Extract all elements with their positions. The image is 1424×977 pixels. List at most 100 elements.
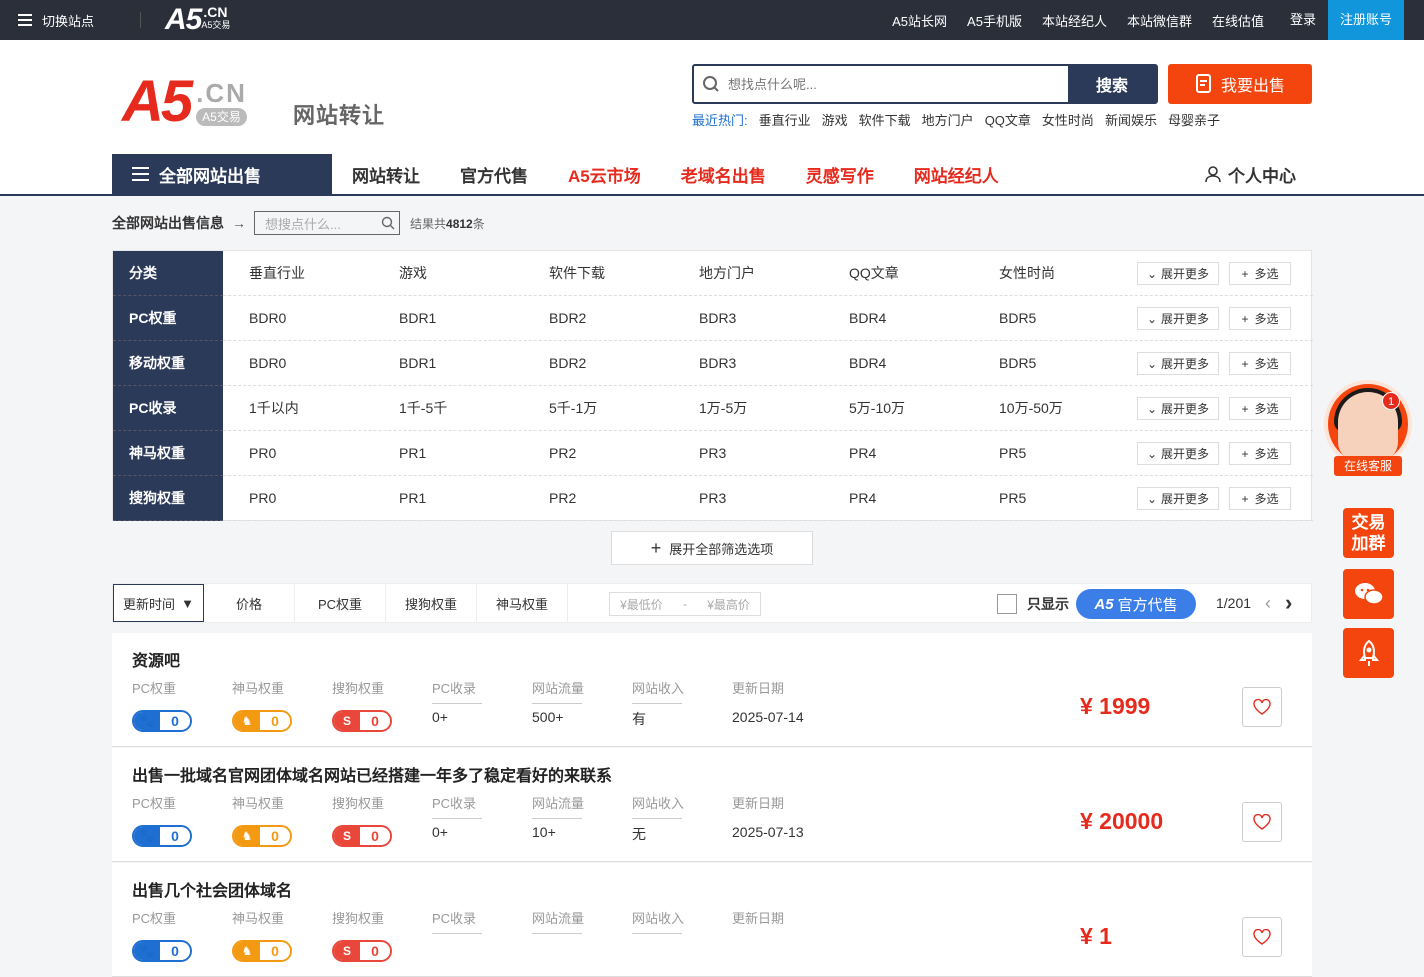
filter-option[interactable]: BDR4 xyxy=(849,296,886,341)
filter-option[interactable]: 软件下载 xyxy=(549,251,605,296)
register-button[interactable]: 注册账号 xyxy=(1328,0,1404,40)
listing-title[interactable]: 资源吧 xyxy=(132,647,180,671)
expand-all-filters-button[interactable]: + 展开全部筛选选项 xyxy=(611,531,813,565)
nav-item-2[interactable]: A5云市场 xyxy=(568,162,641,187)
listing-item[interactable]: 资源吧 PC权重 神马权重 搜狗权重 PC收录 网站流量 网站收入 更新日期 🐾 0 ♞ 0 S 0 0+ 5… xyxy=(112,633,1312,747)
filter-option[interactable]: 5万-10万 xyxy=(849,386,905,431)
hot-item[interactable]: 游戏 xyxy=(822,110,848,129)
login-link[interactable]: 登录 xyxy=(1290,0,1316,40)
filter-option[interactable]: BDR2 xyxy=(549,296,586,341)
hot-item[interactable]: 垂直行业 xyxy=(759,110,811,129)
expand-more-button[interactable]: ⌄ 展开更多 xyxy=(1137,397,1219,420)
top-link-valuation[interactable]: 在线估值 xyxy=(1212,11,1264,30)
hot-item[interactable]: 新闻娱乐 xyxy=(1105,110,1157,129)
nav-all-sites[interactable]: 全部网站出售 xyxy=(112,154,332,194)
wechat-button[interactable] xyxy=(1343,569,1394,619)
filter-option[interactable]: PR3 xyxy=(699,431,726,476)
nav-item-4[interactable]: 灵感写作 xyxy=(806,162,874,187)
price-max-input[interactable]: ¥最高价 xyxy=(707,596,750,613)
multi-select-button[interactable]: + 多选 xyxy=(1229,442,1291,465)
filter-option[interactable]: 5千-1万 xyxy=(549,386,597,431)
top-link-broker[interactable]: 本站经纪人 xyxy=(1042,11,1107,30)
filter-option[interactable]: PR4 xyxy=(849,476,876,521)
listing-title[interactable]: 出售几个社会团体域名 xyxy=(132,877,292,901)
price-min-input[interactable]: ¥最低价 xyxy=(620,596,663,613)
sort-pc-weight[interactable]: PC权重 xyxy=(295,584,386,622)
sort-price[interactable]: 价格 xyxy=(204,584,295,622)
expand-more-button[interactable]: ⌄ 展开更多 xyxy=(1137,262,1219,285)
hot-item[interactable]: 女性时尚 xyxy=(1042,110,1094,129)
online-service-widget[interactable]: 1 在线客服 xyxy=(1318,380,1420,478)
chevron-left-icon[interactable]: ‹ xyxy=(1265,593,1271,614)
filter-option[interactable]: PR0 xyxy=(249,476,276,521)
filter-option[interactable]: 1千以内 xyxy=(249,386,299,431)
filter-option[interactable]: BDR0 xyxy=(249,296,286,341)
filter-option[interactable]: BDR3 xyxy=(699,341,736,386)
filter-option[interactable]: 垂直行业 xyxy=(249,251,305,296)
multi-select-button[interactable]: + 多选 xyxy=(1229,307,1291,330)
filter-option[interactable]: 10万-50万 xyxy=(999,386,1063,431)
filter-option[interactable]: PR3 xyxy=(699,476,726,521)
sort-update-time[interactable]: 更新时间 ▼ xyxy=(113,584,204,622)
top-link-a5-webmaster[interactable]: A5站长网 xyxy=(892,11,947,30)
filter-option[interactable]: PR0 xyxy=(249,431,276,476)
nav-item-0[interactable]: 网站转让 xyxy=(352,162,420,187)
listing-item[interactable]: 出售几个社会团体域名 PC权重 神马权重 搜狗权重 PC收录 网站流量 网站收入 更新日期 🐾 0… xyxy=(112,863,1312,977)
expand-more-button[interactable]: ⌄ 展开更多 xyxy=(1137,487,1219,510)
top-link-wechat-group[interactable]: 本站微信群 xyxy=(1127,11,1192,30)
filter-option[interactable]: BDR1 xyxy=(399,296,436,341)
listing-title[interactable]: 出售一批域名官网团体域名网站已经搭建一年多了稳定看好的来联系 xyxy=(132,762,612,786)
checkbox[interactable] xyxy=(997,594,1017,614)
nav-item-5[interactable]: 网站经纪人 xyxy=(914,162,999,187)
filter-option[interactable]: BDR0 xyxy=(249,341,286,386)
filter-option[interactable]: PR2 xyxy=(549,431,576,476)
filter-option[interactable]: BDR2 xyxy=(549,341,586,386)
search-button[interactable]: 搜索 xyxy=(1068,66,1156,102)
top-logo[interactable]: A5 .CN A5交易 xyxy=(165,4,230,36)
nav-item-3[interactable]: 老域名出售 xyxy=(681,162,766,187)
filter-option[interactable]: PR5 xyxy=(999,431,1026,476)
favorite-button[interactable] xyxy=(1242,802,1282,842)
site-logo[interactable]: A5 .CN A5交易 xyxy=(122,70,247,131)
filter-option[interactable]: 女性时尚 xyxy=(999,251,1055,296)
multi-select-button[interactable]: + 多选 xyxy=(1229,262,1291,285)
join-group-button[interactable]: 交易 加群 xyxy=(1343,508,1394,558)
favorite-button[interactable] xyxy=(1242,687,1282,727)
filter-option[interactable]: BDR5 xyxy=(999,341,1036,386)
filter-option[interactable]: BDR4 xyxy=(849,341,886,386)
filter-option[interactable]: QQ文章 xyxy=(849,251,899,296)
only-show-toggle[interactable]: 只显示 xyxy=(997,592,1069,616)
listing-item[interactable]: 出售一批域名官网团体域名网站已经搭建一年多了稳定看好的来联系 PC权重 神马权重 搜狗… xyxy=(112,748,1312,862)
filter-option[interactable]: 游戏 xyxy=(399,251,427,296)
chevron-right-icon[interactable]: › xyxy=(1285,590,1292,616)
multi-select-button[interactable]: + 多选 xyxy=(1229,487,1291,510)
filter-option[interactable]: BDR5 xyxy=(999,296,1036,341)
expand-more-button[interactable]: ⌄ 展开更多 xyxy=(1137,307,1219,330)
search-input[interactable] xyxy=(728,66,1068,102)
filter-option[interactable]: 1万-5万 xyxy=(699,386,747,431)
hot-item[interactable]: 母婴亲子 xyxy=(1168,110,1220,129)
filter-option[interactable]: PR4 xyxy=(849,431,876,476)
filter-option[interactable]: 1千-5千 xyxy=(399,386,447,431)
top-link-mobile[interactable]: A5手机版 xyxy=(967,11,1022,30)
multi-select-button[interactable]: + 多选 xyxy=(1229,397,1291,420)
expand-more-button[interactable]: ⌄ 展开更多 xyxy=(1137,352,1219,375)
official-sale-badge[interactable]: A5 官方代售 xyxy=(1076,589,1196,619)
filter-option[interactable]: 地方门户 xyxy=(699,251,755,296)
filter-option[interactable]: PR1 xyxy=(399,431,426,476)
switch-site-button[interactable]: 切换站点 xyxy=(18,0,94,40)
favorite-button[interactable] xyxy=(1242,917,1282,957)
sort-sogou-weight[interactable]: 搜狗权重 xyxy=(386,584,477,622)
expand-more-button[interactable]: ⌄ 展开更多 xyxy=(1137,442,1219,465)
filter-option[interactable]: PR2 xyxy=(549,476,576,521)
hot-item[interactable]: QQ文章 xyxy=(985,110,1031,129)
rocket-button[interactable] xyxy=(1343,628,1394,678)
user-center-link[interactable]: 个人中心 xyxy=(1204,154,1296,194)
hot-item[interactable]: 地方门户 xyxy=(922,110,974,129)
filter-option[interactable]: PR5 xyxy=(999,476,1026,521)
hot-item[interactable]: 软件下载 xyxy=(859,110,911,129)
filter-option[interactable]: PR1 xyxy=(399,476,426,521)
multi-select-button[interactable]: + 多选 xyxy=(1229,352,1291,375)
sort-shenma-weight[interactable]: 神马权重 xyxy=(477,584,568,622)
filter-search-input[interactable]: 想搜点什么... xyxy=(254,211,400,235)
